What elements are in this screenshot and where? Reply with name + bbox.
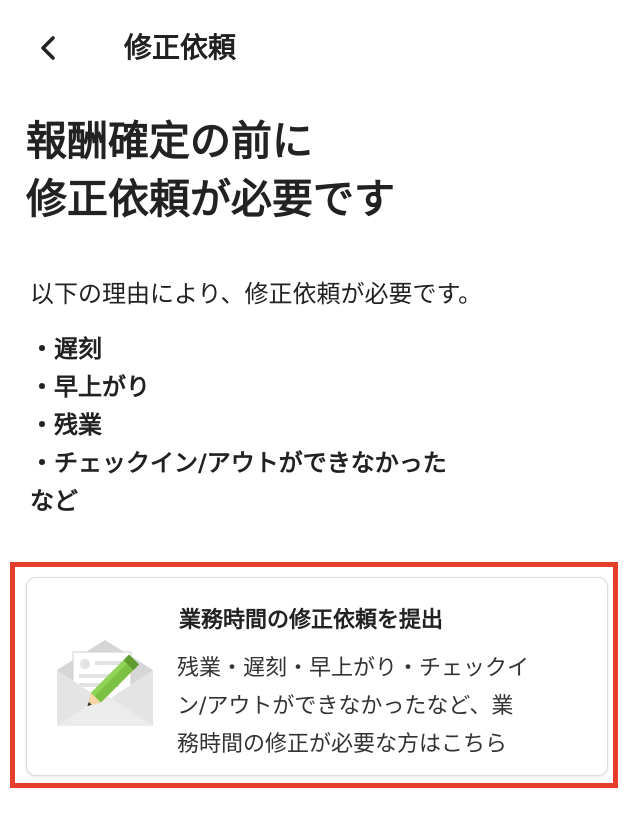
reason-item-early-leave: ・早上がり: [30, 373, 150, 401]
reason-list: ・遅刻 ・早上がり ・残業 ・チェックイン/アウトができなかった など: [30, 330, 447, 520]
card-description: 残業・遅刻・早上がり・チェックイ ン/アウトができなかったなど、業 務時間の修正…: [177, 650, 597, 764]
intro-text: 以下の理由により、修正依頼が必要です。: [30, 280, 483, 308]
reason-item-overtime: ・残業: [30, 411, 102, 439]
reason-item-etc: など: [30, 487, 78, 515]
headline-line-1: 報酬確定の前に: [26, 117, 313, 165]
chevron-left-icon: [41, 36, 55, 60]
page-title: 修正依頼: [124, 31, 237, 64]
card-title: 業務時間の修正依頼を提出: [179, 608, 444, 633]
reason-item-late: ・遅刻: [30, 335, 102, 363]
card-description-line-2: ン/アウトができなかったなど、業: [177, 694, 514, 719]
headline: 報酬確定の前に 修正依頼が必要です: [26, 112, 606, 228]
header: 修正依頼: [0, 0, 634, 96]
card-description-line-3: 務時間の修正が必要な方はこちら: [177, 732, 508, 757]
envelope-pencil-icon: [57, 640, 153, 726]
reason-item-checkin-failure: ・チェックイン/アウトができなかった: [30, 449, 447, 477]
back-button[interactable]: [28, 28, 68, 68]
headline-line-2: 修正依頼が必要です: [26, 175, 395, 223]
card-description-line-1: 残業・遅刻・早上がり・チェックイ: [177, 656, 530, 681]
submit-correction-card[interactable]: 業務時間の修正依頼を提出 残業・遅刻・早上がり・チェックイ ン/アウトができなか…: [26, 577, 608, 776]
